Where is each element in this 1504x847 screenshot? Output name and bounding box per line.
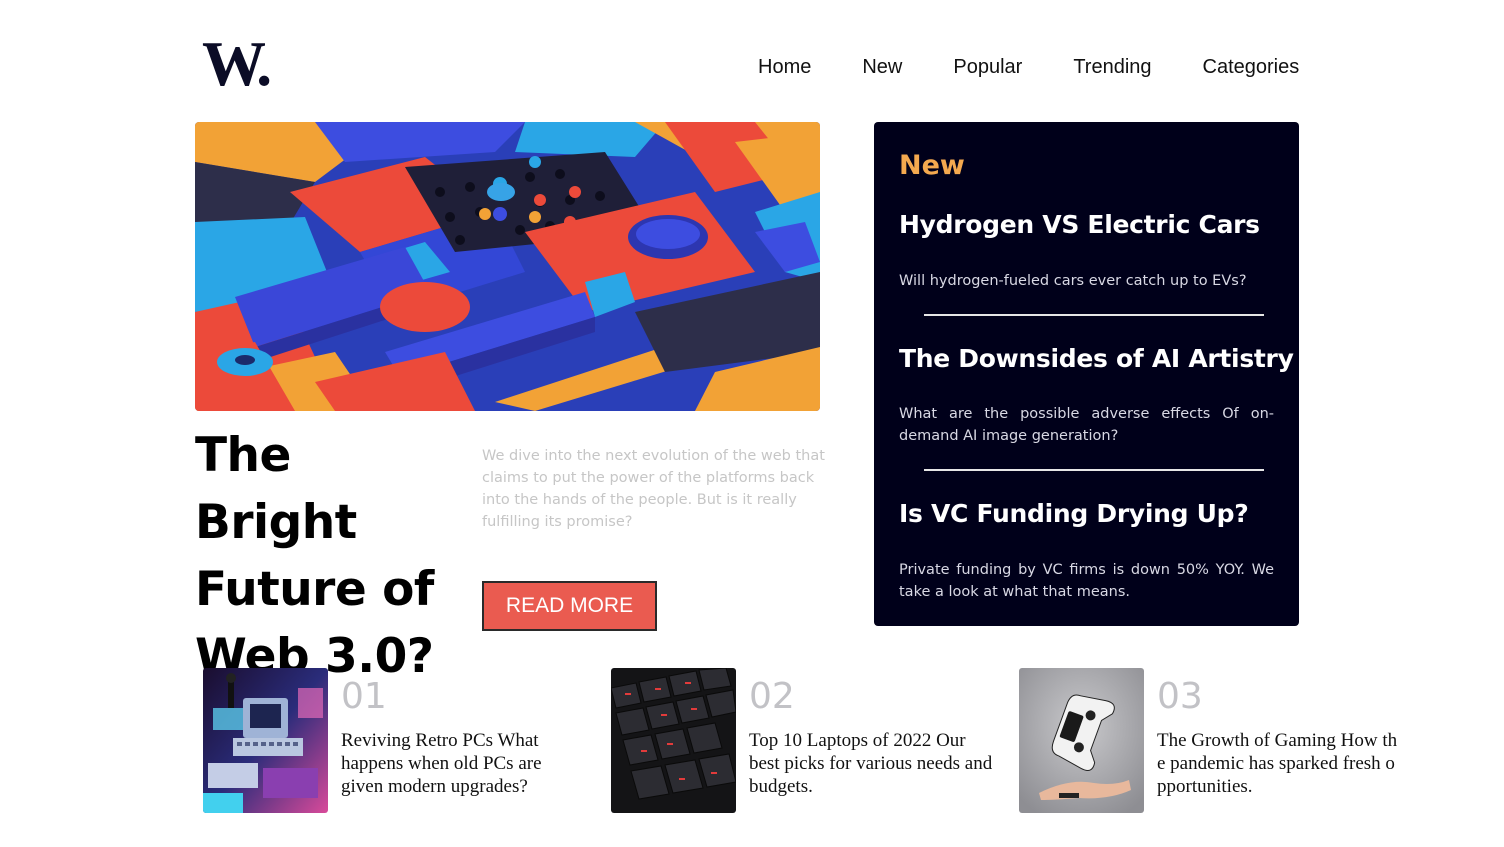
card-text[interactable]: Top 10 Laptops of 2022 Our best picks fo…	[749, 729, 994, 798]
new-item-title[interactable]: Hydrogen VS Electric Cars	[899, 210, 1260, 239]
divider	[924, 314, 1264, 316]
new-articles-panel: New Hydrogen VS Electric Cars Will hydro…	[874, 122, 1299, 626]
card-title: Top 10 Laptops of 2022	[749, 730, 932, 751]
hero-image	[195, 122, 820, 411]
card-text[interactable]: The Growth of Gaming How the pandemic ha…	[1157, 729, 1402, 798]
divider	[924, 469, 1264, 471]
card-number: 01	[341, 676, 387, 717]
gamepad-thumbnail	[1019, 668, 1144, 813]
card-title: The Growth of Gaming	[1157, 730, 1336, 751]
list-item[interactable]: 02 Top 10 Laptops of 2022 Our best picks…	[611, 668, 1011, 813]
card-number: 02	[749, 676, 795, 717]
card-number: 03	[1157, 676, 1203, 717]
new-item-description: What are the possible adverse effects Of…	[899, 406, 1274, 444]
new-item-title[interactable]: The Downsides of AI Artistry	[899, 344, 1294, 373]
new-panel-heading: New	[899, 150, 965, 181]
nav-popular[interactable]: Popular	[953, 55, 1022, 79]
site-logo[interactable]: W.	[202, 32, 272, 96]
card-text[interactable]: Reviving Retro PCs What happens when old…	[341, 729, 586, 798]
list-item[interactable]: 01 Reviving Retro PCs What happens when …	[203, 668, 603, 813]
main-nav: Home New Popular Trending Categories	[758, 55, 1299, 79]
new-item-title[interactable]: Is VC Funding Drying Up?	[899, 499, 1249, 528]
keyboard-thumbnail	[611, 668, 736, 813]
nav-home[interactable]: Home	[758, 55, 811, 79]
nav-trending[interactable]: Trending	[1073, 55, 1151, 79]
new-item-description: Private funding by VC firms is down 50% …	[899, 562, 1274, 600]
nav-categories[interactable]: Categories	[1203, 55, 1300, 79]
read-more-button[interactable]: READ MORE	[482, 581, 657, 631]
retro-pc-thumbnail	[203, 668, 328, 813]
nav-new[interactable]: New	[862, 55, 902, 79]
list-item[interactable]: 03 The Growth of Gaming How the pandemic…	[1019, 668, 1419, 813]
hero-title[interactable]: The Bright Future of Web 3.0?	[195, 422, 465, 690]
hero-description: We dive into the next evolution of the w…	[482, 448, 825, 530]
card-title: Reviving Retro PCs	[341, 730, 494, 751]
new-item-description: Will hydrogen-fueled cars ever catch up …	[899, 273, 1247, 289]
